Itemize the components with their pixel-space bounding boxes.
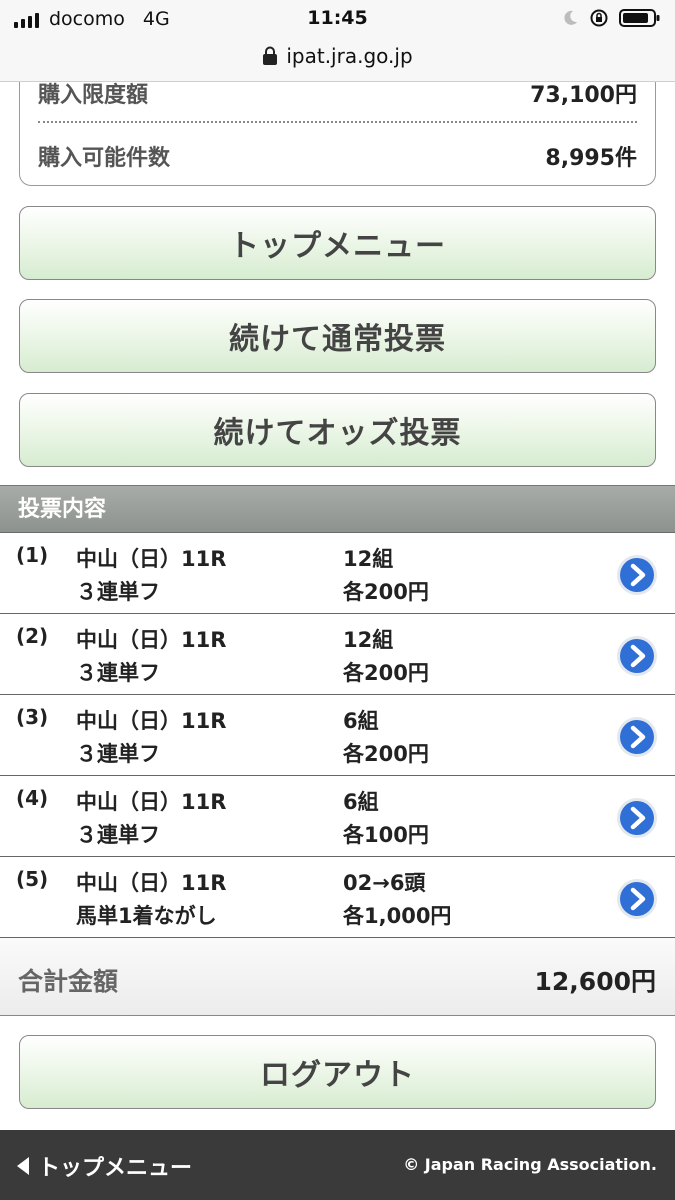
total-value: 12,600円 [534, 967, 656, 996]
moon-icon [564, 10, 577, 25]
back-triangle-icon [17, 1157, 29, 1175]
logout-button[interactable]: ログアウト [19, 1035, 656, 1109]
copyright: © Japan Racing Association. [403, 1155, 657, 1174]
footer-top-menu-link[interactable]: トップメニュー [16, 1150, 192, 1182]
list-item[interactable]: (3) 中山（日）11R ３連単フ 6組 各200円 [0, 695, 675, 776]
bet-race: 中山（日）11R [76, 547, 227, 571]
footer-back-label: トップメニュー [38, 1156, 193, 1181]
purchasable-count-value: 8,995件 [545, 146, 637, 171]
bet-race: 中山（日）11R [76, 709, 227, 733]
footer: トップメニュー © Japan Racing Association. [0, 1130, 675, 1200]
address-bar-overlay: ipat.jra.go.jp [0, 38, 675, 82]
bet-combos: 12組 [343, 547, 394, 571]
chevron-right-circle-icon[interactable] [616, 878, 658, 920]
list-item[interactable]: (4) 中山（日）11R ３連単フ 6組 各100円 [0, 776, 675, 857]
dotted-divider [38, 121, 637, 123]
total-row: 合計金額 12,600円 [0, 938, 675, 1016]
lock-icon [263, 46, 278, 65]
battery-icon [619, 9, 660, 27]
list-item[interactable]: (2) 中山（日）11R ３連単フ 12組 各200円 [0, 614, 675, 695]
status-right [561, 8, 661, 28]
bet-number: (2) [16, 624, 49, 648]
bet-type: ３連単フ [76, 742, 160, 766]
bet-race: 中山（日）11R [76, 871, 227, 895]
bet-amount: 各200円 [343, 580, 429, 604]
bet-number: (5) [16, 867, 49, 891]
bet-amount: 各1,000円 [343, 904, 452, 928]
bet-combos: 02→6頭 [343, 871, 426, 895]
bet-list: (1) 中山（日）11R ３連単フ 12組 各200円 (2) 中山（日）11R… [0, 533, 675, 938]
continue-normal-vote-button[interactable]: 続けて通常投票 [19, 299, 656, 373]
section-header: 投票内容 [0, 485, 675, 533]
rotation-lock-icon [590, 9, 608, 27]
total-label: 合計金額 [18, 967, 119, 996]
purchasable-count-label: 購入可能件数 [38, 146, 171, 171]
chevron-right-circle-icon[interactable] [616, 797, 658, 839]
bet-amount: 各200円 [343, 661, 429, 685]
bet-type: ３連単フ [76, 661, 160, 685]
chevron-right-circle-icon[interactable] [616, 554, 658, 596]
bet-type: ３連単フ [76, 580, 160, 604]
purchasable-count-row: 購入可能件数 8,995件 [38, 140, 637, 172]
bet-number: (1) [16, 543, 49, 567]
chevron-right-circle-icon[interactable] [616, 716, 658, 758]
bet-race: 中山（日）11R [76, 790, 227, 814]
top-menu-button[interactable]: トップメニュー [19, 206, 656, 280]
list-item[interactable]: (1) 中山（日）11R ３連単フ 12組 各200円 [0, 533, 675, 614]
bet-combos: 12組 [343, 628, 394, 652]
bet-amount: 各100円 [343, 823, 429, 847]
chevron-right-circle-icon[interactable] [616, 635, 658, 677]
url-text: ipat.jra.go.jp [286, 44, 413, 68]
bet-combos: 6組 [343, 790, 379, 814]
bet-number: (4) [16, 786, 49, 810]
continue-odds-vote-button[interactable]: 続けてオッズ投票 [19, 393, 656, 467]
list-item[interactable]: (5) 中山（日）11R 馬単1着ながし 02→6頭 各1,000円 [0, 857, 675, 938]
status-bar: docomo 4G 11:45 [0, 0, 675, 38]
bet-amount: 各200円 [343, 742, 429, 766]
bet-race: 中山（日）11R [76, 628, 227, 652]
bet-number: (3) [16, 705, 49, 729]
bet-type: 馬単1着ながし [76, 904, 217, 928]
bet-type: ３連単フ [76, 823, 160, 847]
bet-combos: 6組 [343, 709, 379, 733]
